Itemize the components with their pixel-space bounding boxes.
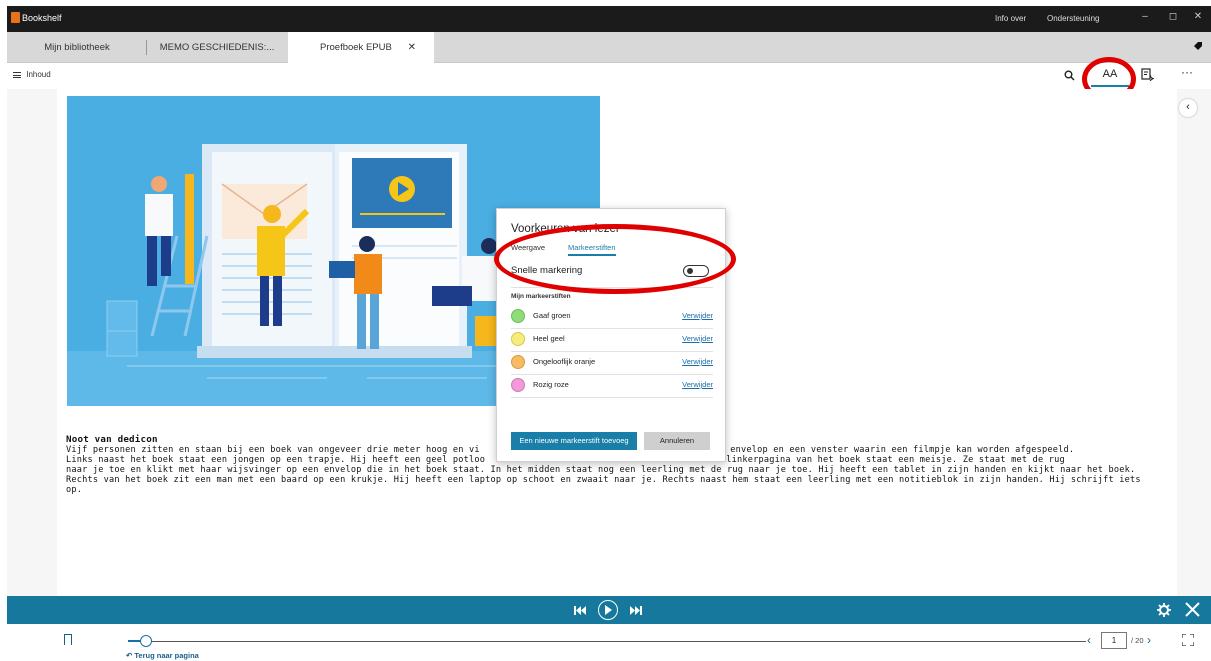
reader-toolbar: Inhoud AA ···: [7, 63, 1211, 89]
remove-link[interactable]: Verwijder: [682, 334, 713, 343]
left-margin: [7, 89, 57, 604]
back-to-page-link[interactable]: ↶ Terug naar pagina: [126, 651, 199, 660]
note-line-2-left: Links naast het boek staat een jongen op…: [66, 455, 486, 465]
note-line-1-left: Vijf personen zitten en staan bij een bo…: [66, 445, 480, 455]
note-line-1-right: een envelop en een venster waarin een fi…: [708, 445, 1075, 455]
page-number-input[interactable]: 1: [1101, 632, 1127, 649]
color-dot-icon: [511, 309, 525, 323]
tab-label: Mijn bibliotheek: [44, 42, 110, 53]
search-icon[interactable]: [1064, 70, 1075, 81]
support-link[interactable]: Ondersteuning: [1047, 14, 1099, 23]
remove-link[interactable]: Verwijder: [682, 380, 713, 389]
page-navigation-bar: ↶ Terug naar pagina ‹ 1 / 20 ›: [7, 624, 1211, 661]
tab-label: Proefboek EPUB: [320, 42, 392, 53]
app-title: Bookshelf: [22, 13, 62, 23]
highlighter-name: Rozig roze: [533, 380, 569, 389]
remove-link[interactable]: Verwijder: [682, 311, 713, 320]
close-player-icon[interactable]: [1185, 602, 1200, 617]
play-icon[interactable]: [598, 600, 618, 620]
highlighter-row: Heel geel Verwijder: [511, 329, 713, 351]
toc-label: Inhoud: [26, 70, 51, 79]
close-tab-icon[interactable]: ✕: [408, 32, 416, 63]
collapse-panel-button[interactable]: ‹: [1179, 99, 1197, 117]
tab-library[interactable]: Mijn bibliotheek: [7, 32, 147, 63]
menu-icon: [13, 72, 21, 78]
minimize-button[interactable]: –: [1137, 11, 1153, 22]
next-page-button[interactable]: ›: [1147, 633, 1151, 647]
highlighter-row: Gaaf groen Verwijder: [511, 306, 713, 328]
more-options-icon[interactable]: ···: [1181, 65, 1193, 79]
my-highlighters-heading: Mijn markeerstiften: [511, 293, 571, 300]
back-to-page-label: Terug naar pagina: [134, 651, 199, 660]
highlighter-name: Heel geel: [533, 334, 565, 343]
tab-label: MEMO GESCHIEDENIS:...: [159, 42, 275, 53]
tab-memo[interactable]: MEMO GESCHIEDENIS:...: [147, 32, 287, 63]
color-dot-icon: [511, 378, 525, 392]
bookmark-list-icon[interactable]: [1141, 68, 1154, 81]
annotation-ellipse-quick-highlight: [494, 224, 736, 294]
color-dot-icon: [511, 332, 525, 346]
highlighter-name: Gaaf groen: [533, 311, 571, 320]
next-track-icon[interactable]: [630, 606, 642, 615]
note-line-2-right: n. Voor de linkerpagina van het boek sta…: [667, 455, 1065, 465]
page-slider-track[interactable]: [128, 641, 1086, 642]
gear-icon[interactable]: [1157, 603, 1171, 617]
cancel-button[interactable]: Annuleren: [644, 432, 710, 450]
title-bar: Bookshelf Info over Ondersteuning – ◻ ✕: [7, 6, 1211, 32]
tab-proefboek[interactable]: Proefboek EPUB ✕: [288, 32, 434, 63]
note-rest: naar je toe en klikt met haar wijsvinger…: [66, 465, 1141, 495]
highlighter-row: Ongelooflijk oranje Verwijder: [511, 352, 713, 374]
previous-track-icon[interactable]: [574, 606, 586, 615]
tab-bar: Mijn bibliotheek MEMO GESCHIEDENIS:... P…: [7, 32, 1211, 63]
bookmark-icon[interactable]: [64, 634, 72, 645]
highlighter-row: Rozig roze Verwijder: [511, 375, 713, 397]
color-dot-icon: [511, 355, 525, 369]
bookshelf-logo-icon: [11, 12, 20, 23]
tag-icon[interactable]: [1193, 41, 1203, 51]
close-window-button[interactable]: ✕: [1190, 11, 1206, 22]
divider: [511, 397, 713, 398]
maximize-button[interactable]: ◻: [1165, 11, 1181, 22]
audio-player-bar: [7, 596, 1211, 624]
info-link[interactable]: Info over: [995, 14, 1026, 23]
fullscreen-icon[interactable]: [1182, 634, 1194, 646]
app-window: Bookshelf Info over Ondersteuning – ◻ ✕ …: [7, 6, 1211, 661]
add-highlighter-button[interactable]: Een nieuwe markeerstift toevoeg: [511, 432, 637, 450]
total-pages: / 20: [1131, 636, 1144, 645]
previous-page-button[interactable]: ‹: [1087, 633, 1091, 647]
highlighter-name: Ongelooflijk oranje: [533, 357, 596, 366]
remove-link[interactable]: Verwijder: [682, 357, 713, 366]
right-margin: [1177, 89, 1211, 604]
toc-button[interactable]: Inhoud: [13, 70, 51, 79]
page-slider-handle[interactable]: [140, 635, 152, 647]
